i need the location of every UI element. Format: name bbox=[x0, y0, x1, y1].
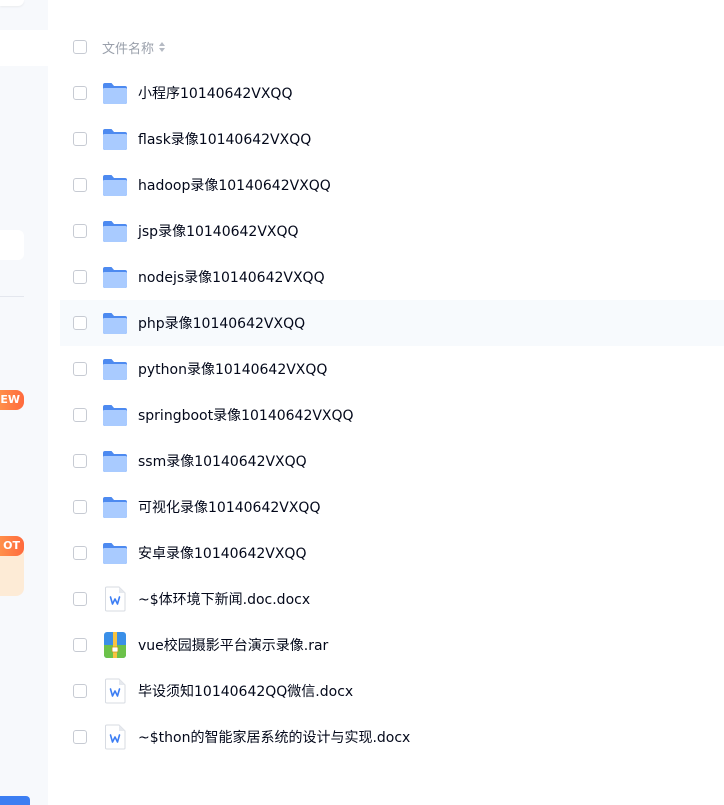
sidebar-bottom-button[interactable] bbox=[0, 796, 30, 805]
row-checkbox[interactable] bbox=[73, 270, 87, 284]
folder-icon bbox=[102, 172, 128, 198]
word-doc-icon bbox=[102, 678, 128, 704]
file-name[interactable]: vue校园摄影平台演示录像.rar bbox=[138, 635, 328, 655]
file-name[interactable]: ssm录像10140642VXQQ bbox=[138, 451, 307, 471]
file-row[interactable]: ~$thon的智能家居系统的设计与实现.docx bbox=[60, 714, 724, 760]
file-name[interactable]: ~$体环境下新闻.doc.docx bbox=[138, 589, 310, 609]
hot-badge: OT bbox=[0, 536, 24, 556]
file-list-header: 文件名称 bbox=[60, 24, 724, 70]
folder-icon bbox=[102, 402, 128, 428]
row-checkbox[interactable] bbox=[73, 454, 87, 468]
select-all-checkbox[interactable] bbox=[73, 40, 87, 54]
sidebar-card[interactable] bbox=[0, 230, 24, 260]
file-name[interactable]: nodejs录像10140642VXQQ bbox=[138, 267, 325, 287]
file-name[interactable]: 可视化录像10140642VXQQ bbox=[138, 497, 320, 517]
file-row[interactable]: python录像10140642VXQQ bbox=[60, 346, 724, 392]
column-header-label: 文件名称 bbox=[102, 41, 155, 57]
file-row[interactable]: 安卓录像10140642VXQQ bbox=[60, 530, 724, 576]
new-badge: EW bbox=[0, 390, 24, 410]
file-row[interactable]: ssm录像10140642VXQQ bbox=[60, 438, 724, 484]
folder-icon bbox=[102, 448, 128, 474]
file-rows: 小程序10140642VXQQ flask录像10140642VXQQ hadoop… bbox=[60, 70, 724, 760]
folder-icon bbox=[102, 80, 128, 106]
row-checkbox[interactable] bbox=[73, 546, 87, 560]
row-checkbox[interactable] bbox=[73, 86, 87, 100]
file-row[interactable]: hadoop录像10140642VXQQ bbox=[60, 162, 724, 208]
row-checkbox[interactable] bbox=[73, 132, 87, 146]
file-row[interactable]: nodejs录像10140642VXQQ bbox=[60, 254, 724, 300]
file-list: 文件名称 小程序10140642VXQQ flask录像10140642VXQQ h… bbox=[60, 24, 724, 760]
sidebar-divider bbox=[0, 296, 24, 297]
word-doc-icon bbox=[102, 586, 128, 612]
file-name[interactable]: python录像10140642VXQQ bbox=[138, 359, 327, 379]
file-row[interactable]: 毕设须知10140642QQ微信.docx bbox=[60, 668, 724, 714]
folder-icon bbox=[102, 540, 128, 566]
file-row[interactable]: 小程序10140642VXQQ bbox=[60, 70, 724, 116]
file-row[interactable]: vue校园摄影平台演示录像.rar bbox=[60, 622, 724, 668]
sidebar-panel bbox=[0, 30, 48, 66]
file-row[interactable]: springboot录像10140642VXQQ bbox=[60, 392, 724, 438]
file-name[interactable]: springboot录像10140642VXQQ bbox=[138, 405, 354, 425]
word-doc-icon bbox=[102, 724, 128, 750]
folder-icon bbox=[102, 218, 128, 244]
file-row[interactable]: ~$体环境下新闻.doc.docx bbox=[60, 576, 724, 622]
row-checkbox[interactable] bbox=[73, 730, 87, 744]
file-name[interactable]: 安卓录像10140642VXQQ bbox=[138, 543, 306, 563]
folder-icon bbox=[102, 494, 128, 520]
column-header-name[interactable]: 文件名称 bbox=[102, 38, 166, 57]
folder-icon bbox=[102, 310, 128, 336]
folder-icon bbox=[102, 356, 128, 382]
row-checkbox[interactable] bbox=[73, 316, 87, 330]
rar-archive-icon bbox=[102, 632, 128, 658]
file-name[interactable]: php录像10140642VXQQ bbox=[138, 313, 305, 333]
row-checkbox[interactable] bbox=[73, 500, 87, 514]
file-row[interactable]: php录像10140642VXQQ bbox=[60, 300, 724, 346]
file-name[interactable]: flask录像10140642VXQQ bbox=[138, 129, 311, 149]
row-checkbox[interactable] bbox=[73, 638, 87, 652]
row-checkbox[interactable] bbox=[73, 592, 87, 606]
file-name[interactable]: 小程序10140642VXQQ bbox=[138, 83, 292, 103]
file-name[interactable]: 毕设须知10140642QQ微信.docx bbox=[138, 681, 353, 701]
row-checkbox[interactable] bbox=[73, 684, 87, 698]
row-checkbox[interactable] bbox=[73, 178, 87, 192]
file-name[interactable]: ~$thon的智能家居系统的设计与实现.docx bbox=[138, 727, 410, 747]
row-checkbox[interactable] bbox=[73, 224, 87, 238]
file-row[interactable]: jsp录像10140642VXQQ bbox=[60, 208, 724, 254]
file-row[interactable]: 可视化录像10140642VXQQ bbox=[60, 484, 724, 530]
sort-icon[interactable] bbox=[159, 42, 166, 52]
folder-icon bbox=[102, 126, 128, 152]
file-name[interactable]: hadoop录像10140642VXQQ bbox=[138, 175, 331, 195]
folder-icon bbox=[102, 264, 128, 290]
file-name[interactable]: jsp录像10140642VXQQ bbox=[138, 221, 299, 241]
sidebar: EW OT bbox=[0, 0, 48, 805]
file-row[interactable]: flask录像10140642VXQQ bbox=[60, 116, 724, 162]
file-manager: EW OT 文件名称 小程序10140642VXQQ flask录像1014064… bbox=[0, 0, 724, 805]
row-checkbox[interactable] bbox=[73, 362, 87, 376]
sidebar-top-card[interactable] bbox=[0, 0, 24, 6]
row-checkbox[interactable] bbox=[73, 408, 87, 422]
